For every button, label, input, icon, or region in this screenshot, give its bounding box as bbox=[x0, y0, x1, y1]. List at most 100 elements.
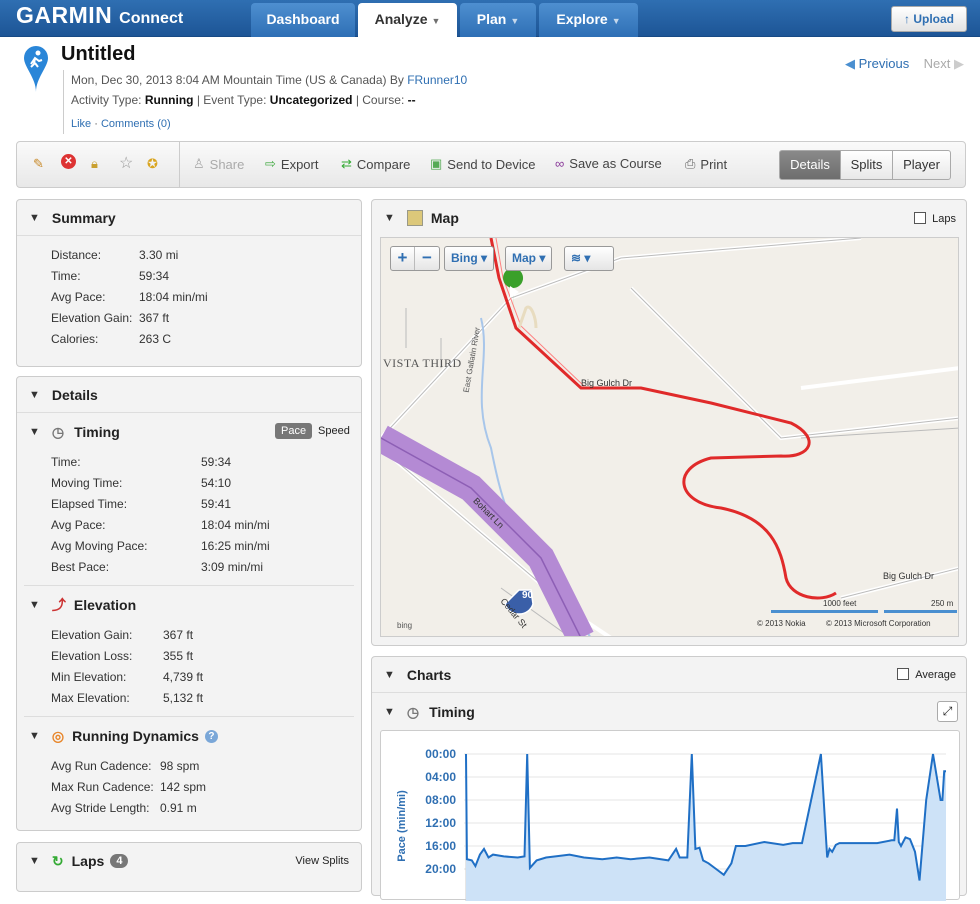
stat-label: Distance: bbox=[51, 247, 102, 262]
map-drawing bbox=[381, 238, 958, 636]
star-icon[interactable]: ☆ bbox=[119, 153, 133, 173]
interstate-90-shield: 90 bbox=[522, 590, 534, 601]
summary-header[interactable]: ▼ Summary bbox=[17, 200, 361, 236]
comments-link[interactable]: Comments (0) bbox=[101, 118, 171, 130]
stat-value: 59:34 bbox=[139, 268, 170, 283]
award-ribbon-icon[interactable]: ✪ bbox=[147, 156, 158, 172]
pace-toggle[interactable]: Pace bbox=[275, 423, 313, 439]
stat-row: Avg Moving Pace: 16:25 min/mi bbox=[17, 535, 361, 556]
stat-value: 5,132 ft bbox=[163, 690, 204, 705]
collapse-triangle-icon: ▼ bbox=[29, 426, 40, 438]
stat-label: Best Pace: bbox=[51, 559, 110, 574]
stat-value: 4,739 ft bbox=[163, 669, 204, 684]
zoom-in-button[interactable]: + bbox=[391, 247, 416, 270]
y-tick-label: 08:00 bbox=[425, 793, 456, 807]
y-tick-label: 20:00 bbox=[425, 862, 456, 876]
stat-row: Min Elevation: 4,739 ft bbox=[17, 666, 361, 687]
chevron-down-icon: ▼ bbox=[431, 16, 441, 26]
stat-value: 54:10 bbox=[201, 475, 232, 490]
user-link[interactable]: FRunner10 bbox=[407, 73, 467, 87]
collapse-triangle-icon: ▼ bbox=[29, 599, 40, 611]
stat-label: Avg Pace: bbox=[51, 289, 106, 304]
like-link[interactable]: Like bbox=[71, 118, 91, 130]
delete-icon[interactable]: ✕ bbox=[61, 154, 76, 169]
stat-row: Avg Stride Length: 0.91 m bbox=[17, 797, 361, 818]
stat-row: Moving Time: 54:10 bbox=[17, 472, 361, 493]
layers-dropdown[interactable]: ≋ ▾ bbox=[564, 246, 614, 271]
stat-label: Avg Pace: bbox=[51, 517, 106, 532]
compare-button[interactable]: ⇄ Compare bbox=[341, 156, 410, 172]
map-type-dropdown[interactable]: Map ▾ bbox=[505, 246, 553, 271]
garmin-connect-logo[interactable]: GARMIN Connect bbox=[16, 2, 183, 29]
previous-link[interactable]: Previous bbox=[859, 56, 910, 71]
share-button[interactable]: ♙ Share bbox=[193, 156, 244, 172]
stat-value: 98 spm bbox=[160, 758, 200, 773]
timing-chart-header[interactable]: ▼ ◷ Timing ⤢ bbox=[372, 693, 966, 731]
timing-section-header[interactable]: ▼ ◷ Timing Pace Speed bbox=[17, 413, 361, 451]
elevation-icon: ⤴ bbox=[51, 597, 66, 613]
stat-row: Distance: 3.30 mi bbox=[17, 244, 361, 265]
stat-row: Elevation Gain: 367 ft bbox=[17, 307, 361, 328]
nokia-copyright: © 2013 Nokia bbox=[757, 619, 806, 628]
player-view-button[interactable]: Player bbox=[892, 150, 951, 180]
send-to-device-button[interactable]: ▣ Send to Device bbox=[430, 156, 535, 172]
tab-plan[interactable]: Plan ▼ bbox=[460, 3, 536, 37]
printer-icon: ⎙ bbox=[685, 156, 696, 171]
speed-toggle[interactable]: Speed bbox=[318, 425, 350, 437]
stat-label: Moving Time: bbox=[51, 475, 123, 490]
y-axis-label: Pace (min/mi) bbox=[396, 790, 408, 862]
map-header[interactable]: ▼ Map Laps bbox=[372, 200, 966, 236]
save-as-course-button[interactable]: ∞ Save as Course bbox=[555, 156, 662, 171]
stat-value: 59:34 bbox=[201, 454, 232, 469]
stat-value: 355 ft bbox=[163, 648, 194, 663]
activity-title[interactable]: Untitled bbox=[61, 43, 135, 66]
stat-label: Time: bbox=[51, 268, 81, 283]
charts-header[interactable]: ▼ Charts Average bbox=[372, 657, 966, 693]
activity-meta: Mon, Dec 30, 2013 8:04 AM Mountain Time … bbox=[63, 70, 467, 134]
print-button[interactable]: ⎙ Print bbox=[685, 156, 727, 172]
tab-dashboard[interactable]: Dashboard bbox=[251, 3, 355, 37]
stat-row: Best Pace: 3:09 min/mi bbox=[17, 556, 361, 577]
laps-count-badge: 4 bbox=[110, 854, 129, 868]
zoom-out-button[interactable]: − bbox=[415, 247, 439, 270]
running-dynamics-section-header[interactable]: ▼ ◎ Running Dynamics? bbox=[17, 717, 361, 755]
next-link[interactable]: Next bbox=[924, 56, 951, 71]
dynamics-icon: ◎ bbox=[51, 727, 65, 744]
splits-view-button[interactable]: Splits bbox=[840, 150, 893, 180]
stat-value: 18:04 min/mi bbox=[139, 289, 208, 304]
elevation-section-header[interactable]: ▼ ⤴ Elevation bbox=[17, 586, 361, 624]
stat-row: Elevation Gain: 367 ft bbox=[17, 624, 361, 645]
stat-value: 3.30 mi bbox=[139, 247, 179, 262]
charts-panel: ▼ Charts Average ▼ ◷ Timing ⤢ 00:00 04:00 08:… bbox=[371, 656, 967, 901]
y-tick-label: 12:00 bbox=[425, 816, 456, 830]
bing-source-dropdown[interactable]: Bing ▾ bbox=[444, 246, 495, 271]
laps-checkbox[interactable]: Laps bbox=[914, 211, 956, 225]
stat-label: Elevation Gain: bbox=[51, 310, 133, 325]
tab-analyze[interactable]: Analyze ▼ bbox=[358, 3, 457, 37]
pace-area bbox=[466, 754, 946, 901]
export-button[interactable]: ⇨ Export bbox=[265, 156, 318, 172]
laps-header[interactable]: ▼ ↻ Laps 4 View Splits bbox=[17, 843, 361, 879]
details-panel: ▼ Details ▼ ◷ Timing Pace Speed Time: 59:34 M… bbox=[16, 376, 362, 831]
details-header[interactable]: ▼ Details bbox=[17, 377, 361, 413]
average-checkbox[interactable]: Average bbox=[897, 668, 956, 681]
lock-icon[interactable]: 🔒︎ bbox=[91, 156, 98, 172]
compare-icon: ⇄ bbox=[341, 156, 352, 171]
edit-pencil-icon[interactable]: ✎ bbox=[33, 156, 44, 172]
help-icon[interactable]: ? bbox=[204, 729, 218, 743]
y-tick-label: 04:00 bbox=[425, 770, 456, 784]
stat-value: 59:41 bbox=[201, 496, 232, 511]
microsoft-copyright: © 2013 Microsoft Corporation bbox=[826, 619, 931, 628]
stat-value: 16:25 min/mi bbox=[201, 538, 270, 553]
scale-meters: 250 m bbox=[931, 599, 954, 608]
expand-chart-icon[interactable]: ⤢ bbox=[937, 701, 958, 722]
scale-feet: 1000 feet bbox=[823, 599, 857, 608]
details-view-button[interactable]: Details bbox=[779, 150, 841, 180]
stat-value: 367 ft bbox=[163, 627, 194, 642]
tab-explore[interactable]: Explore ▼ bbox=[539, 3, 638, 37]
upload-button[interactable]: ↑ Upload bbox=[891, 6, 967, 32]
stat-row: Elapsed Time: 59:41 bbox=[17, 493, 361, 514]
collapse-triangle-icon: ▼ bbox=[29, 855, 40, 867]
view-splits-link[interactable]: View Splits bbox=[295, 855, 349, 867]
map-canvas[interactable]: + − Bing ▾ Map ▾ ≋ ▾ VISTA THIRD Big Gulc… bbox=[380, 237, 959, 637]
